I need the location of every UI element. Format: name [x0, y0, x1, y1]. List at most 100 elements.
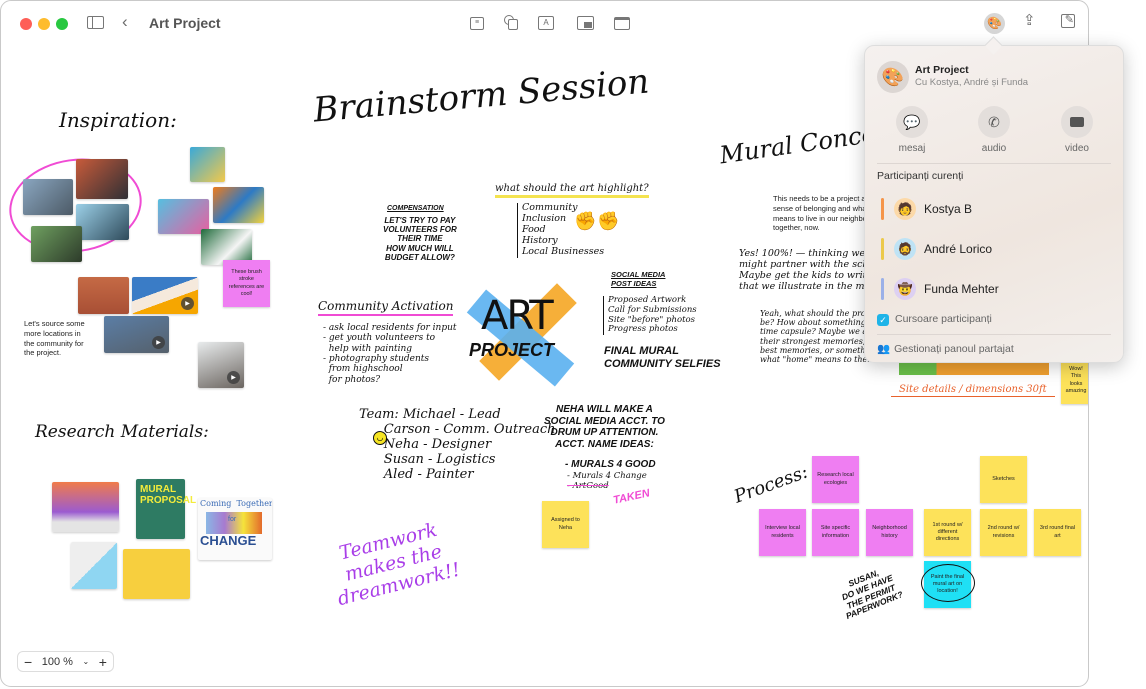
chevron-down-icon[interactable]: ⌄ — [83, 657, 90, 666]
social-media-final: FINAL MURAL COMMUNITY SELFIES — [604, 345, 721, 370]
video-label: video — [1065, 143, 1089, 154]
play-icon[interactable]: ▶ — [181, 297, 194, 310]
participant-color — [881, 238, 884, 260]
circle-annotation — [921, 564, 975, 602]
mural-photo[interactable] — [213, 187, 264, 223]
participant-name: Kostya B — [924, 202, 973, 216]
heading-inspiration: Inspiration: — [59, 108, 177, 132]
sticky-note[interactable]: Research local ecologies — [812, 456, 859, 503]
note-icon[interactable]: ≡ — [470, 17, 484, 30]
heading-research-materials: Research Materials: — [35, 422, 209, 442]
board-title: Art Project — [149, 15, 221, 31]
audio-button[interactable]: ✆ — [978, 106, 1010, 138]
mural-proposal-doc[interactable]: MURAL PROPOSAL — [136, 479, 196, 539]
play-icon[interactable]: ▶ — [227, 371, 240, 384]
share-icon[interactable]: ⇪ — [1023, 13, 1036, 29]
project-logo-text: PROJECT — [469, 340, 555, 360]
shapes-icon[interactable] — [504, 15, 519, 30]
new-board-icon[interactable]: ✎ — [1061, 14, 1075, 28]
zoom-level-dropdown[interactable]: 100 % — [42, 656, 73, 668]
people-icon: 👥 — [877, 343, 891, 355]
sticky-note[interactable]: Assigned to Neha — [542, 501, 589, 548]
site-details-annotation: Site details / dimensions 30ft — [891, 384, 1055, 397]
phone-icon: ✆ — [988, 113, 1000, 130]
art-logo-text: ART — [481, 293, 554, 339]
sticky-note[interactable]: These brush stroke references are cool! — [223, 260, 270, 307]
sticky-note[interactable]: 3rd round final art — [1034, 509, 1081, 556]
sticky-note[interactable]: Wow! This looks amazing — [1061, 357, 1088, 404]
social-media-title: SOCIAL MEDIA POST IDEAS — [611, 270, 666, 288]
avatar: 🤠 — [894, 278, 916, 300]
sticky-note[interactable]: Neighborhood history — [866, 509, 913, 556]
art-project-logo: ART PROJECT — [463, 283, 578, 393]
account-name-3: - ArtGood — [567, 481, 609, 491]
text-box-icon[interactable]: A — [538, 16, 554, 30]
zoom-in-button[interactable]: + — [99, 654, 107, 670]
community-activation-list: - ask local residents for input - get yo… — [323, 323, 457, 385]
back-chevron-icon[interactable]: ‹ — [122, 13, 128, 30]
brick-wall-photo[interactable] — [78, 277, 129, 314]
neha-note: NEHA WILL MAKE A SOCIAL MEDIA ACCT. TO D… — [544, 404, 665, 450]
close-button[interactable] — [20, 18, 32, 30]
folder-icon[interactable] — [614, 17, 630, 30]
coming-together-doc[interactable]: Coming Together for CHANGE — [198, 498, 272, 560]
social-media-list: Proposed Artwork Call for Submissions Si… — [603, 295, 697, 336]
sticky-note[interactable]: 1st round w/ different directions — [924, 509, 971, 556]
research-website-card[interactable] — [123, 549, 190, 599]
inspiration-photo[interactable] — [76, 159, 128, 199]
toolbar: ‹ Art Project ≡ A 🎨 ⇪ ✎ — [1, 1, 1088, 46]
play-icon[interactable]: ▶ — [152, 336, 165, 349]
participant-row[interactable]: 🤠 Funda Mehter — [881, 277, 999, 301]
avatar: 🧔 — [894, 238, 916, 260]
research-website-card[interactable] — [52, 482, 119, 532]
inspiration-photo[interactable] — [23, 179, 73, 215]
mural-photo[interactable] — [190, 147, 225, 182]
participant-name: André Lorico — [924, 242, 993, 256]
manage-label: Gestionați panoul partajat — [894, 342, 1014, 355]
video-icon — [1070, 117, 1084, 127]
cars-video[interactable]: ▶ — [104, 316, 169, 353]
sidebar-icon[interactable] — [87, 16, 104, 29]
avatar: 🧑 — [894, 198, 916, 220]
community-activation-title: Community Activation — [318, 299, 454, 316]
cursors-checkbox[interactable]: ✓ — [877, 314, 889, 326]
sticky-note[interactable]: Interview local residents — [759, 509, 806, 556]
woman-video[interactable]: ▶ — [198, 342, 244, 388]
participant-row[interactable]: 🧔 André Lorico — [881, 237, 992, 261]
inspiration-photo[interactable] — [76, 204, 129, 240]
manage-shared-board-button[interactable]: 👥 Gestionați panoul partajat — [877, 342, 1014, 356]
message-button[interactable]: 💬 — [896, 106, 928, 138]
divider — [877, 163, 1111, 164]
participant-name: Funda Mehter — [924, 282, 999, 296]
sticky-note[interactable]: Sketches — [980, 456, 1027, 503]
doc-title: for — [228, 516, 237, 523]
sticky-note[interactable]: 2nd round w/ revisions — [980, 509, 1027, 556]
smiley-icon: ◡ — [373, 431, 387, 445]
inspiration-note: Let's source some more locations in the … — [24, 319, 85, 358]
team-list: Team: Michael - Lead Carson - Comm. Outr… — [359, 407, 556, 482]
map-image[interactable] — [71, 542, 117, 589]
raised-fist-icon: ✊ — [574, 211, 597, 231]
media-icon[interactable] — [577, 16, 594, 30]
account-name-1: - MURALS 4 GOOD — [565, 459, 656, 470]
raised-fist-icon: ✊ — [597, 211, 620, 231]
zoom-out-button[interactable]: − — [24, 654, 32, 670]
divider — [877, 334, 1111, 335]
participant-row[interactable]: 🧑 Kostya B — [881, 197, 972, 221]
building-video[interactable]: ▶ — [132, 277, 198, 314]
doc-title: Coming Together — [200, 499, 272, 508]
collaboration-avatar-icon[interactable]: 🎨 — [984, 13, 1005, 34]
cursors-label[interactable]: Cursoare participanți — [895, 313, 992, 325]
video-button[interactable] — [1061, 106, 1093, 138]
inspiration-photo[interactable] — [31, 226, 82, 262]
zoom-button[interactable] — [56, 18, 68, 30]
zoom-control: − 100 % ⌄ + — [17, 651, 114, 672]
minimize-button[interactable] — [38, 18, 50, 30]
popover-subtitle: Cu Kostya, André și Funda — [915, 77, 1029, 88]
sticky-note[interactable]: Site specific information — [812, 509, 859, 556]
compensation-body: LET'S TRY TO PAY VOLUNTEERS FOR THEIR TI… — [383, 216, 457, 262]
audio-label: audio — [981, 143, 1007, 154]
popover-title: Art Project — [915, 64, 969, 76]
board-avatar: 🎨 — [877, 61, 909, 93]
participant-color — [881, 198, 884, 220]
